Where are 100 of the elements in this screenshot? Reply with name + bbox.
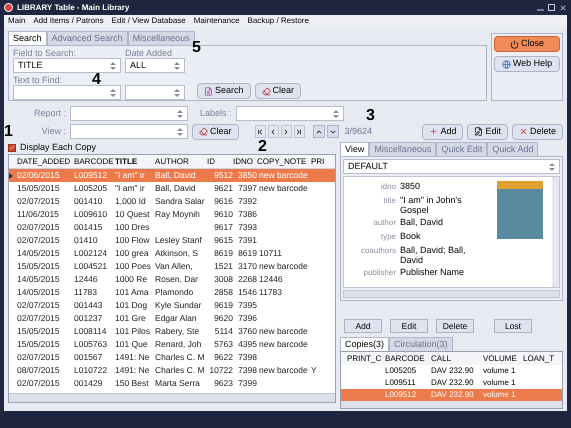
clear-button[interactable]: Clear <box>254 83 302 99</box>
table-row[interactable]: 14/05/2015 L002124 100 grea Atkinson, S 8619 8619 10711 <box>9 247 335 260</box>
table-row[interactable]: L009511 DAV 232.90 volume 1 <box>341 377 562 389</box>
search-button[interactable]: Search <box>197 83 251 99</box>
table-row[interactable]: 08/07/2015 L010722 1491: Ne Charles C. M 10722 7398 new barcode Y <box>9 364 335 377</box>
detail-label: type <box>380 231 396 243</box>
column-header[interactable]: LOAN_T <box>523 352 557 364</box>
close-icon[interactable] <box>559 4 567 12</box>
column-header[interactable]: PRI <box>311 156 325 168</box>
detail-value: 3850 <box>400 181 420 193</box>
sort-button[interactable] <box>312 125 325 138</box>
menu-item[interactable]: Backup / Restore <box>248 15 309 27</box>
table-row[interactable]: 02/07/2015 001567 1491: Ne Charles C. M 9622 7398 <box>9 351 335 364</box>
table-cell-text: 12446 <box>74 273 99 286</box>
field-dropdown[interactable]: TITLE <box>13 58 121 73</box>
column-header[interactable]: VOLUME <box>483 352 523 364</box>
text-input-field[interactable] <box>13 85 121 100</box>
table-cell-text: DAV 232.90 <box>431 377 475 389</box>
spinner-icon[interactable] <box>110 88 116 98</box>
column-header[interactable]: BARCODE <box>74 156 115 168</box>
table-row[interactable]: 02/07/2015 001429 150 Best Marta Serra 9623 7399 <box>9 377 335 390</box>
spinner-icon[interactable] <box>177 108 183 118</box>
date-dropdown[interactable]: ALL <box>125 58 185 73</box>
table-cell-text: 15/05/2015 <box>17 260 61 273</box>
menu-item[interactable]: Edit / View Database <box>112 15 186 27</box>
web-help-button[interactable]: Web Help <box>494 56 560 72</box>
table-cell-text: L009511 <box>385 377 417 389</box>
column-header[interactable]: CALL <box>431 352 483 364</box>
add-button[interactable]: Add <box>422 124 464 140</box>
spinner-icon[interactable] <box>332 108 339 118</box>
copy-action-button[interactable]: Delete <box>436 319 474 333</box>
detail-label: idno <box>380 181 396 193</box>
date-range-dropdown[interactable] <box>125 85 185 100</box>
table-cell-text: 15/05/2015 <box>17 338 61 351</box>
close-button[interactable]: Close <box>494 36 560 52</box>
table-cell-text: 100 Dres <box>115 221 150 234</box>
vertical-scrollbar[interactable] <box>552 177 559 287</box>
field-label: Text to Find: <box>13 75 62 85</box>
column-header[interactable]: DATE_ADDED <box>17 156 74 168</box>
navigation-button[interactable] <box>254 125 266 138</box>
copy-action-button[interactable]: Edit <box>390 319 428 333</box>
column-header[interactable]: ID <box>207 156 233 168</box>
column-header[interactable]: AUTHOR <box>155 156 207 168</box>
table-cell-text: 14/05/2015 <box>17 273 61 286</box>
menu-item[interactable]: Maintenance <box>194 15 240 27</box>
table-row[interactable]: 02/07/2015 001410 1,000 Id Sandra Salar 9616 7392 <box>9 195 335 208</box>
spinner-icon[interactable] <box>177 126 183 136</box>
column-header[interactable]: PRINT_C <box>347 352 385 364</box>
table-row[interactable]: 02/07/2015 001443 101 Dog Kyle Sundar 9619 7395 <box>9 299 335 312</box>
edit-button[interactable]: Edit <box>467 124 508 140</box>
chevron-icon <box>256 128 264 136</box>
table-cell-text: 7398 <box>237 351 257 364</box>
column-header[interactable]: COPY_NOTE <box>257 156 311 168</box>
annotation-number: 5 <box>192 40 201 56</box>
navigation-button[interactable] <box>294 125 305 138</box>
table-row[interactable]: 02/07/2015 001237 101 Gre Edgar Alan 9620 7396 <box>9 312 335 325</box>
column-header[interactable]: TITLE <box>115 156 155 168</box>
menu-item[interactable]: Add Items / Patrons <box>33 15 104 27</box>
maximize-icon[interactable] <box>548 4 555 10</box>
table-row[interactable]: 02/07/2015 01410 100 Flow Lesley Stanf 9615 7391 <box>9 234 335 247</box>
column-header[interactable]: BARCODE <box>385 352 431 364</box>
table-row[interactable]: 15/05/2015 L005205 "I am" ir Ball, David 9621 7397 new barcode <box>9 182 335 195</box>
view-select-dropdown[interactable]: DEFAULT <box>343 159 560 174</box>
table-row[interactable]: 15/05/2015 L005763 101 Que Renard, Joh 5763 4395 new barcode <box>9 338 335 351</box>
table-cell-text: 7398 <box>237 364 257 377</box>
horizontal-scrollbar[interactable] <box>343 290 560 298</box>
table-row[interactable]: 15/05/2015 L004521 100 Poes Van Allen, 1521 3170 new barcode <box>9 260 335 273</box>
copies-tab[interactable]: Copies(3) <box>340 337 390 351</box>
copy-action-button[interactable]: Add <box>344 319 382 333</box>
spinner-icon[interactable] <box>110 60 116 70</box>
table-row[interactable]: 11/06/2015 L009610 10 Quest Ray Moynih 9610 7386 <box>9 208 335 221</box>
spinner-icon[interactable] <box>174 88 180 98</box>
table-cell-text: L010722 <box>74 364 108 377</box>
horizontal-scrollbar[interactable] <box>9 393 335 402</box>
table-row[interactable]: 14/05/2015 12446 1000 Re Rosen, Dar 3008 2268 12446 <box>9 273 335 286</box>
column-header[interactable]: IDNO <box>233 156 257 168</box>
spinner-icon[interactable] <box>174 60 180 70</box>
edit-icon <box>474 127 484 136</box>
table-row[interactable]: L005205 DAV 232.90 volume 1 <box>341 365 562 377</box>
menu-item[interactable]: Main <box>8 15 26 27</box>
detail-tab[interactable]: View <box>340 142 370 156</box>
window-title: LIBRARY Table - Main Library <box>17 2 130 14</box>
table-row[interactable]: 15/05/2015 L008114 101 Pilos Rabery, Ste 5114 3760 new barcode <box>9 325 335 338</box>
table-row[interactable]: 02/07/2015 001415 100 Dres 9617 7393 <box>9 221 335 234</box>
table-cell-text: 11/06/2015 <box>17 208 60 221</box>
spinner-icon[interactable] <box>549 162 555 172</box>
delete-button[interactable]: Delete <box>512 124 563 140</box>
report-dropdown[interactable] <box>70 106 188 121</box>
clear-button[interactable]: Clear <box>192 124 239 140</box>
table-row[interactable]: 14/05/2015 11783 101 Ama Plamondo 2858 1546 11783 <box>9 286 335 299</box>
table-cell-text: 10722 <box>208 364 233 377</box>
record-counter: 3/9624 <box>344 124 372 138</box>
table-cell-text: new barcode <box>258 364 309 377</box>
search-tab[interactable]: Search <box>8 31 47 45</box>
sort-button[interactable] <box>326 125 339 138</box>
view-dropdown[interactable] <box>70 124 188 139</box>
table-cell-text: 101 Gre <box>115 312 147 325</box>
table-cell-text: 3170 <box>237 260 257 273</box>
horizontal-scrollbar[interactable] <box>341 401 562 408</box>
copy-action-button[interactable]: Lost <box>494 319 532 333</box>
